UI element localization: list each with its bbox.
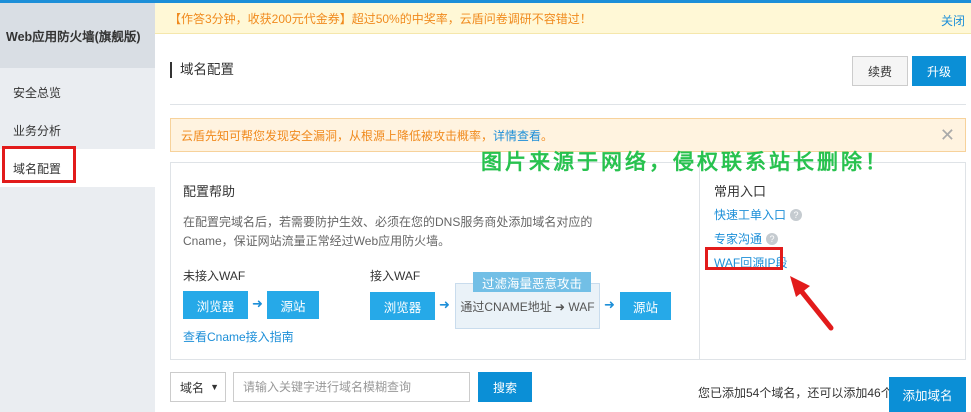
origin-box-direct: 源站 (267, 291, 319, 319)
banner-close-link[interactable]: 关闭 (941, 12, 965, 29)
filter-attack-label: 过滤海量恶意攻击 (473, 272, 591, 292)
highlight-box-nav (2, 146, 76, 183)
help-icon[interactable]: ? (766, 232, 779, 245)
panel-divider (699, 163, 700, 359)
arrow-icon: ➜ (252, 296, 263, 311)
sidebar-item-overview[interactable]: 安全总览 (0, 73, 155, 111)
search-field-select[interactable]: 域名 ▼ (170, 372, 226, 402)
notice-text: 云盾先知可帮您发现安全漏洞，从根源上降低被攻击概率， (181, 128, 494, 143)
watermark-text: 图片来源于网络，侵权联系站长删除！ (481, 151, 889, 174)
quick-link-label: 专家沟通 (714, 232, 763, 246)
product-title: Web应用防火墙(旗舰版) (0, 3, 155, 68)
expert-chat-link[interactable]: 专家沟通 ? (714, 230, 779, 247)
quick-ticket-link[interactable]: 快速工单入口 ? (714, 206, 803, 223)
without-waf-label: 未接入WAF (183, 269, 246, 283)
caret-down-icon: ▼ (210, 382, 219, 392)
domain-count-text: 您已添加54个域名，还可以添加46个 (698, 386, 893, 400)
help-description: 在配置完域名后，若需要防护生效、必须在您的DNS服务商处添加域名对应的Cname… (183, 215, 593, 248)
cname-guide-link[interactable]: 查看Cname接入指南 (183, 328, 294, 345)
select-value: 域名 (180, 380, 205, 395)
banner-text: 【作答3分钟，收获200元代金券】超过50%的中奖率，云盾问卷调研不容错过！ (169, 11, 592, 26)
search-input[interactable] (233, 372, 470, 402)
help-title: 配置帮助 (183, 184, 236, 199)
survey-banner: 【作答3分钟，收获200元代金券】超过50%的中奖率，云盾问卷调研不容错过！ 关… (155, 3, 971, 34)
upgrade-button[interactable]: 升级 (912, 56, 966, 86)
notice-suffix: 。 (541, 128, 554, 143)
red-arrow-icon (790, 276, 834, 331)
browser-box-waf: 浏览器 (370, 292, 435, 320)
arrow-icon: ➜ (439, 297, 450, 312)
browser-box-direct: 浏览器 (183, 291, 248, 319)
origin-box-waf: 源站 (620, 292, 671, 320)
sidebar: Web应用防火墙(旗舰版) 安全总览 业务分析 域名配置 (0, 3, 155, 412)
with-waf-label: 接入WAF (370, 269, 421, 283)
help-icon[interactable]: ? (790, 208, 803, 221)
quick-link-label: 快速工单入口 (714, 208, 787, 222)
close-icon[interactable]: ✕ (940, 125, 955, 146)
highlight-box-ip (705, 247, 783, 270)
notice-details-link[interactable]: 详情查看 (493, 127, 541, 144)
header-divider (170, 104, 966, 105)
renew-button[interactable]: 续费 (852, 56, 908, 86)
quick-entry-title: 常用入口 (714, 184, 767, 199)
add-domain-button[interactable]: 添加域名 (889, 377, 966, 412)
sidebar-item-analysis[interactable]: 业务分析 (0, 111, 155, 149)
page-title: 域名配置 (170, 62, 234, 78)
sidebar-item-label: 安全总览 (13, 85, 62, 100)
arrow-icon: ➜ (604, 297, 615, 312)
config-panel: 配置帮助 在配置完域名后，若需要防护生效、必须在您的DNS服务商处添加域名对应的… (170, 162, 966, 360)
search-button[interactable]: 搜索 (478, 372, 532, 402)
sidebar-item-label: 业务分析 (13, 123, 62, 138)
